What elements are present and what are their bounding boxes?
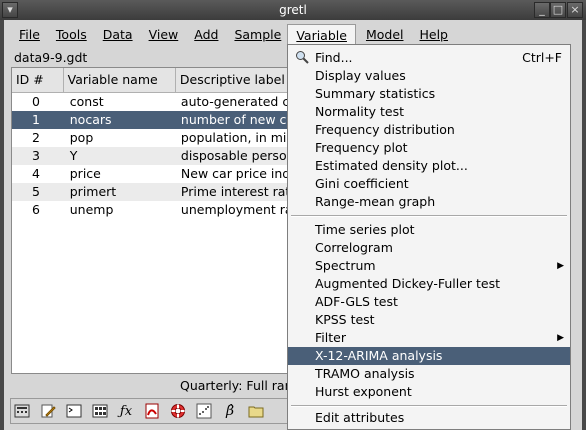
cell-name: primert: [69, 184, 117, 199]
cell-name: nocars: [69, 112, 112, 127]
scatter-plot-icon[interactable]: [193, 400, 215, 422]
menu-item-correlogram[interactable]: Correlogram: [288, 239, 570, 257]
col-header-id[interactable]: ID #: [12, 68, 64, 92]
dataset-filename: data9-9.gdt: [14, 50, 88, 65]
col-header-name[interactable]: Variable name: [64, 68, 176, 92]
list-header: ID # Variable name Descriptive label: [12, 68, 300, 93]
table-row[interactable]: 0 const auto-generated c: [12, 93, 300, 111]
minimize-icon[interactable]: _: [534, 2, 550, 18]
col-header-label[interactable]: Descriptive label: [176, 68, 300, 92]
table-row[interactable]: 6 unemp unemployment ra: [12, 201, 300, 219]
window-menu-icon[interactable]: ▾: [2, 2, 18, 18]
menu-item-display-values[interactable]: Display values: [288, 67, 570, 85]
menu-item-adf-gls-test[interactable]: ADF-GLS test: [288, 293, 570, 311]
lifebuoy-icon[interactable]: [167, 400, 189, 422]
menu-item-x12-arima-analysis[interactable]: X-12-ARIMA analysis: [288, 347, 570, 365]
menu-help[interactable]: Help: [409, 27, 454, 42]
menu-view[interactable]: View: [139, 27, 185, 42]
menu-item-kpss-test[interactable]: KPSS test: [288, 311, 570, 329]
close-icon[interactable]: ×: [567, 2, 583, 18]
variable-list[interactable]: ID # Variable name Descriptive label 0 c…: [11, 67, 301, 374]
cell-id: 2: [32, 130, 40, 145]
menu-bar: File Tools Data View Add Sample Variable…: [8, 22, 578, 47]
submenu-arrow-icon: ▶: [557, 261, 564, 271]
bottom-toolbar: ƒx β̂: [10, 398, 290, 424]
menu-item-tramo-analysis[interactable]: TRAMO analysis: [288, 365, 570, 383]
cell-name: Y: [69, 148, 78, 163]
cell-name: price: [69, 166, 101, 181]
pdf-icon[interactable]: [141, 400, 163, 422]
menu-model[interactable]: Model: [356, 27, 410, 42]
table-row[interactable]: 5 primert Prime interest rat: [12, 183, 300, 201]
menu-separator: [291, 215, 567, 217]
cell-label: disposable perso: [180, 148, 287, 163]
menu-item-frequency-distribution[interactable]: Frequency distribution: [288, 121, 570, 139]
cell-id: 1: [32, 112, 40, 127]
menu-item-accel: Ctrl+F: [522, 50, 562, 65]
menu-tools[interactable]: Tools: [46, 27, 93, 42]
cell-id: 4: [32, 166, 40, 181]
fx-icon[interactable]: ƒx: [115, 400, 137, 422]
cell-id: 6: [32, 202, 40, 217]
title-bar: gretl ▾ _ □ ×: [0, 0, 586, 20]
cell-name: pop: [69, 130, 94, 145]
menu-file[interactable]: File: [8, 27, 46, 42]
calculator-icon[interactable]: [11, 400, 33, 422]
cell-label: Prime interest rat: [180, 184, 291, 199]
menu-item-summary-statistics[interactable]: Summary statistics: [288, 85, 570, 103]
cell-name: const: [69, 94, 104, 109]
table-row[interactable]: 1 nocars number of new ca: [12, 111, 300, 129]
menu-item-filter[interactable]: Filter ▶: [288, 329, 570, 347]
menu-item-hurst-exponent[interactable]: Hurst exponent: [288, 383, 570, 401]
maximize-icon[interactable]: □: [550, 2, 566, 18]
edit-icon[interactable]: [37, 400, 59, 422]
status-text: Quarterly: Full ran: [180, 378, 293, 393]
menu-item-gini-coefficient[interactable]: Gini coefficient: [288, 175, 570, 193]
cell-label: unemployment ra: [180, 202, 293, 217]
cell-label: auto-generated c: [180, 94, 290, 109]
submenu-arrow-icon: ▶: [557, 333, 564, 343]
menu-sample[interactable]: Sample: [224, 27, 287, 42]
menu-item-label: Find...: [315, 50, 353, 65]
menu-item-edit-attributes[interactable]: Edit attributes: [288, 409, 570, 427]
menu-add[interactable]: Add: [184, 27, 224, 42]
cell-label: population, in mill: [180, 130, 294, 145]
cell-id: 5: [32, 184, 40, 199]
menu-item-spectrum[interactable]: Spectrum ▶: [288, 257, 570, 275]
menu-item-adf-test[interactable]: Augmented Dickey-Fuller test: [288, 275, 570, 293]
cell-id: 3: [32, 148, 40, 163]
menu-item-normality-test[interactable]: Normality test: [288, 103, 570, 121]
menu-separator: [291, 405, 567, 407]
beta-icon[interactable]: β̂: [219, 400, 241, 422]
table-row[interactable]: 4 price New car price ind: [12, 165, 300, 183]
cell-name: unemp: [69, 202, 114, 217]
menu-item-range-mean-graph[interactable]: Range-mean graph: [288, 193, 570, 211]
menu-data[interactable]: Data: [93, 27, 139, 42]
menu-item-time-series-plot[interactable]: Time series plot: [288, 221, 570, 239]
cell-label: number of new ca: [180, 112, 295, 127]
cell-id: 0: [32, 94, 40, 109]
menu-item-frequency-plot[interactable]: Frequency plot: [288, 139, 570, 157]
variable-menu: Find... Ctrl+F Display values Summary st…: [287, 44, 571, 430]
table-row[interactable]: 3 Y disposable perso: [12, 147, 300, 165]
terminal-icon[interactable]: [63, 400, 85, 422]
menu-item-estimated-density-plot[interactable]: Estimated density plot...: [288, 157, 570, 175]
table-row[interactable]: 2 pop population, in mill: [12, 129, 300, 147]
cell-label: New car price ind: [180, 166, 291, 181]
window-title: gretl: [279, 3, 307, 17]
grid-icon[interactable]: [89, 400, 111, 422]
folder-icon[interactable]: [245, 400, 267, 422]
menu-item-find[interactable]: Find... Ctrl+F: [288, 49, 570, 67]
